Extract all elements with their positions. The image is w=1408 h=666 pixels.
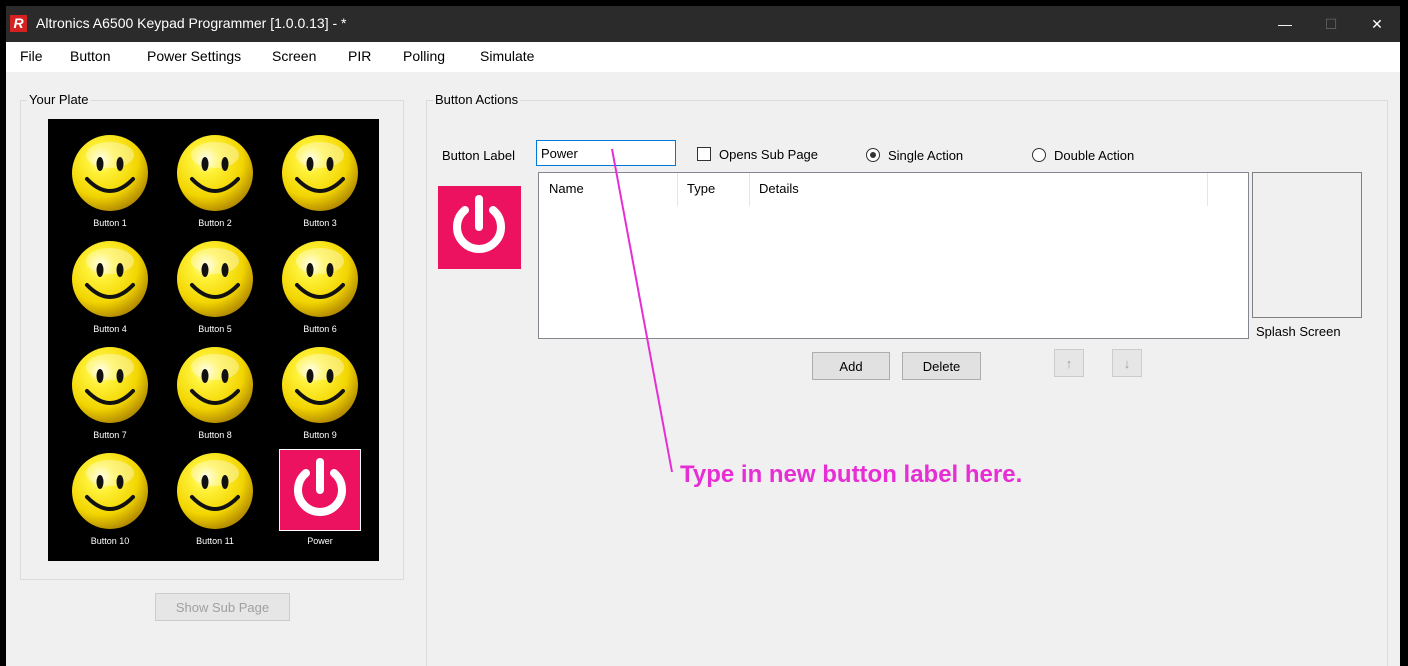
delete-button[interactable]: Delete — [902, 352, 981, 380]
column-separator — [749, 173, 750, 206]
smiley-icon — [175, 451, 255, 531]
menu-file[interactable]: File — [20, 48, 43, 64]
column-separator — [1207, 173, 1208, 206]
arrow-down-icon: ↓ — [1123, 355, 1131, 371]
move-down-button[interactable]: ↓ — [1112, 349, 1142, 377]
opens-sub-page-label: Opens Sub Page — [719, 147, 819, 162]
smiley-icon — [175, 133, 255, 213]
menu-simulate[interactable]: Simulate — [480, 48, 534, 64]
close-button[interactable]: ✕ — [1354, 6, 1400, 42]
minimize-icon: — — [1278, 16, 1292, 32]
smiley-icon — [70, 133, 150, 213]
menu-screen[interactable]: Screen — [272, 48, 316, 64]
smiley-icon — [70, 345, 150, 425]
minimize-button[interactable]: — — [1262, 6, 1308, 42]
button-label-caption: Button Label — [442, 148, 516, 163]
plate-button-label: Button 1 — [93, 218, 127, 228]
splash-screen-preview[interactable] — [1252, 172, 1362, 318]
title-bar[interactable]: R Altronics A6500 Keypad Programmer [1.0… — [6, 6, 1400, 42]
plate-button-9[interactable]: Button 9 — [274, 343, 366, 443]
menu-polling[interactable]: Polling — [403, 48, 445, 64]
plate-button-label: Button 8 — [198, 430, 232, 440]
double-action-label: Double Action — [1054, 148, 1135, 163]
app-logo-icon: R — [10, 15, 27, 32]
keypad-plate: Button 1 Button 2 Button 3 Button 4 Butt… — [48, 119, 379, 561]
plate-button-3[interactable]: Button 3 — [274, 131, 366, 231]
smiley-icon — [70, 239, 150, 319]
show-sub-page-button[interactable]: Show Sub Page — [155, 593, 290, 621]
plate-button-label: Button 4 — [93, 324, 127, 334]
plate-button-label: Button 10 — [90, 536, 130, 546]
plate-button-label: Button 7 — [93, 430, 127, 440]
menu-bar: File Button Power Settings Screen PIR Po… — [6, 42, 1400, 72]
plate-button-7[interactable]: Button 7 — [64, 343, 156, 443]
plate-button-1[interactable]: Button 1 — [64, 131, 156, 231]
single-action-label: Single Action — [888, 148, 964, 163]
button-preview-image — [438, 186, 521, 269]
plate-button-label: Button 11 — [196, 536, 234, 546]
plate-button-label: Button 5 — [198, 324, 232, 334]
smiley-icon — [280, 345, 360, 425]
menu-power-settings[interactable]: Power Settings — [147, 48, 241, 64]
splash-screen-label: Splash Screen — [1256, 324, 1341, 339]
button-label-input[interactable] — [536, 140, 676, 166]
power-tile — [279, 449, 361, 531]
double-action-radio[interactable] — [1032, 148, 1046, 162]
plate-button-label: Button 3 — [303, 218, 337, 228]
annotation-callout-text: Type in new button label here. — [680, 461, 1023, 488]
plate-button-label: Power — [307, 536, 333, 546]
move-up-button[interactable]: ↑ — [1054, 349, 1084, 377]
button-actions-legend: Button Actions — [433, 92, 521, 107]
your-plate-legend: Your Plate — [27, 92, 91, 107]
plate-button-power[interactable]: Power — [274, 449, 366, 549]
plate-button-label: Button 6 — [303, 324, 337, 334]
column-header-name[interactable]: Name — [549, 181, 584, 196]
close-icon: ✕ — [1371, 15, 1383, 32]
smiley-icon — [175, 345, 255, 425]
column-header-details[interactable]: Details — [759, 181, 799, 196]
column-separator — [677, 173, 678, 206]
plate-button-4[interactable]: Button 4 — [64, 237, 156, 337]
power-icon — [439, 187, 519, 267]
plate-button-5[interactable]: Button 5 — [169, 237, 261, 337]
single-action-radio[interactable] — [866, 148, 880, 162]
maximize-icon: ☐ — [1324, 15, 1338, 32]
actions-list[interactable]: Name Type Details — [538, 172, 1249, 339]
smiley-icon — [280, 133, 360, 213]
window-title: Altronics A6500 Keypad Programmer [1.0.0… — [36, 15, 347, 31]
menu-pir[interactable]: PIR — [348, 48, 371, 64]
opens-sub-page-checkbox[interactable] — [697, 147, 711, 161]
plate-button-2[interactable]: Button 2 — [169, 131, 261, 231]
plate-button-11[interactable]: Button 11 — [169, 449, 261, 549]
plate-button-10[interactable]: Button 10 — [64, 449, 156, 549]
app-window: R Altronics A6500 Keypad Programmer [1.0… — [6, 6, 1400, 666]
smiley-icon — [175, 239, 255, 319]
plate-button-label: Button 2 — [198, 218, 232, 228]
plate-button-8[interactable]: Button 8 — [169, 343, 261, 443]
maximize-button[interactable]: ☐ — [1308, 6, 1354, 42]
smiley-icon — [70, 451, 150, 531]
plate-button-6[interactable]: Button 6 — [274, 237, 366, 337]
add-button[interactable]: Add — [812, 352, 890, 380]
column-header-type[interactable]: Type — [687, 181, 715, 196]
smiley-icon — [280, 239, 360, 319]
power-icon — [280, 450, 360, 530]
arrow-up-icon: ↑ — [1065, 355, 1073, 371]
plate-button-label: Button 9 — [303, 430, 337, 440]
menu-button[interactable]: Button — [70, 48, 110, 64]
